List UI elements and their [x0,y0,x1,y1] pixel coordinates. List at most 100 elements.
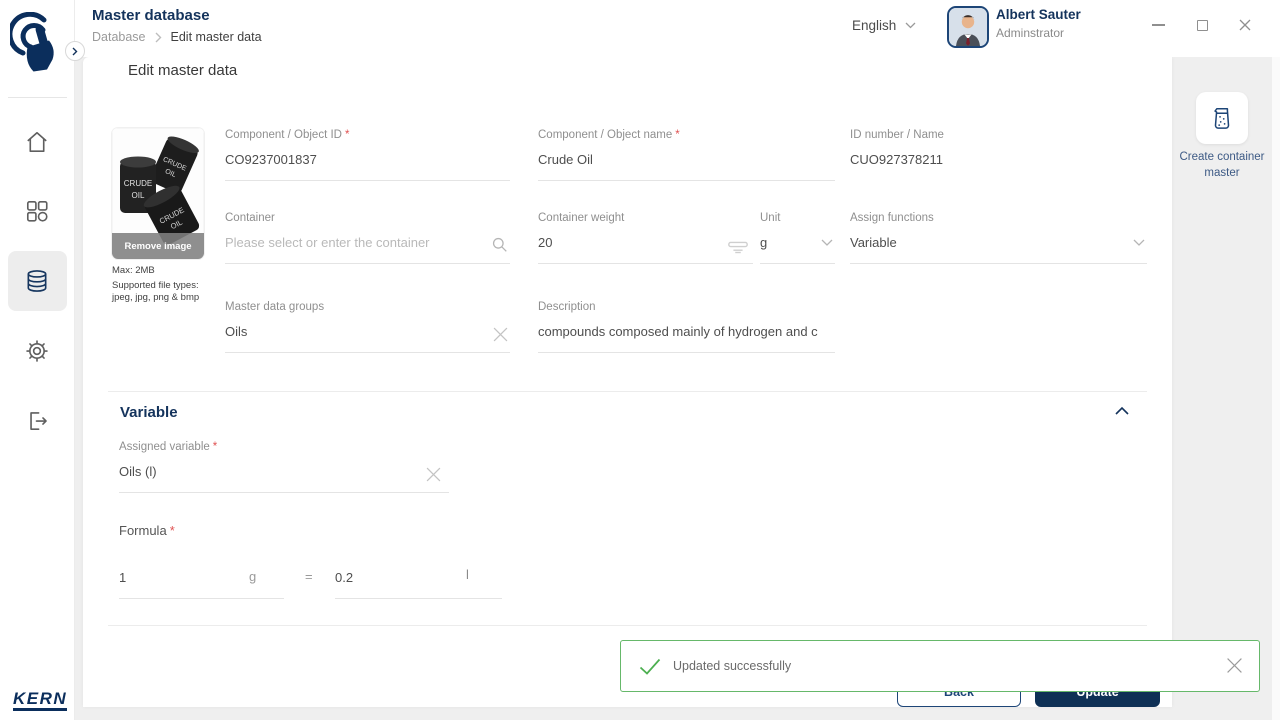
clear-icon[interactable] [426,467,441,482]
language-label: English [852,18,896,33]
svg-text:OIL: OIL [132,191,145,200]
id-number-label: ID number / Name [850,129,1147,144]
header: Master database Database Edit master dat… [0,0,1280,57]
master-data-groups-input[interactable] [225,316,510,353]
container-label: Container [225,212,510,227]
sidebar-item-logout[interactable] [17,401,57,441]
assigned-variable-input[interactable] [119,456,449,493]
container-weight-input[interactable] [538,227,753,264]
component-id-input[interactable] [225,144,510,181]
field-master-data-groups: Master data groups [225,301,510,353]
unit-label: Unit [760,212,835,227]
field-assign-functions: Assign functions Variable [850,212,1147,264]
field-component-id: Component / Object ID* [225,129,510,181]
logout-icon [24,408,50,434]
create-container-master-button[interactable] [1196,92,1248,144]
component-name-label: Component / Object name [538,129,672,141]
avatar[interactable] [947,6,989,48]
description-input[interactable] [538,316,835,353]
field-component-name: Component / Object name* [538,129,835,181]
required-asterisk: * [675,129,679,141]
scale-icon[interactable] [727,240,749,254]
breadcrumb: Database Edit master data [92,30,262,44]
svg-text:CRUDE: CRUDE [124,179,152,188]
beaker-icon [1209,105,1235,131]
formula-label: Formula [119,523,167,538]
search-icon[interactable] [491,236,508,253]
unit-select[interactable]: g [760,227,835,264]
required-asterisk: * [345,129,349,141]
sidebar-divider [8,97,67,98]
minimize-button[interactable] [1145,12,1171,38]
close-icon [1239,19,1251,31]
remove-image-button[interactable]: Remove image [112,233,204,259]
chevron-up-icon[interactable] [1115,406,1129,415]
apps-grid-icon [24,198,50,224]
component-id-label: Component / Object ID [225,129,342,141]
container-input[interactable] [225,227,510,264]
sidebar-item-settings[interactable] [17,331,57,371]
formula-left-unit: g [249,569,256,584]
unit-value: g [760,235,767,250]
required-asterisk: * [213,441,217,453]
sidebar-expand-button[interactable] [65,41,85,61]
user-name: Albert Sauter [996,7,1081,22]
container-weight-label: Container weight [538,212,753,227]
formula-right-unit: l [466,567,469,582]
home-icon [24,129,50,155]
kern-brand-logo: KERN [13,690,67,711]
clear-icon[interactable] [493,327,508,342]
image-max-size-note: Max: 2MB [112,265,155,277]
field-container-weight: Container weight [538,212,753,264]
required-asterisk: * [170,523,175,538]
create-container-master-label[interactable]: Create container master [1178,150,1266,181]
component-name-input[interactable] [538,144,835,181]
product-image: CRUDE OIL CRUDE OIL CRUDE OIL Remove ima… [112,128,204,259]
formula-equals-sign: = [305,569,313,584]
user-role: Adminstrator [996,26,1064,40]
app-logo-touch-icon [10,12,66,76]
chevron-right-icon [155,32,162,43]
close-button[interactable] [1232,12,1258,38]
chevron-right-icon [72,47,78,56]
assign-functions-value: Variable [850,235,897,250]
maximize-icon [1197,20,1208,31]
field-formula-left [119,562,284,599]
breadcrumb-parent[interactable]: Database [92,30,146,44]
field-id-number: ID number / Name [850,129,1147,181]
sidebar-item-database[interactable] [17,261,57,301]
page-title: Master database [92,7,210,24]
variable-section-title: Variable [120,404,178,421]
chevron-down-icon [905,22,916,29]
minimize-icon [1152,24,1165,26]
field-assigned-variable: Assigned variable* [119,441,449,493]
close-icon[interactable] [1226,657,1243,674]
sidebar-item-apps[interactable] [17,191,57,231]
success-toast: Updated successfully [620,640,1260,692]
breadcrumb-current: Edit master data [171,30,262,44]
maximize-button[interactable] [1189,12,1215,38]
card-title: Edit master data [128,62,237,79]
toast-message: Updated successfully [673,659,791,673]
assign-functions-select[interactable]: Variable [850,227,1147,264]
check-icon [639,658,661,675]
chevron-down-icon [821,239,833,247]
assign-functions-label: Assign functions [850,212,1147,227]
description-label: Description [538,301,835,316]
image-filetypes-note-line2: jpeg, jpg, png & bmp [112,292,199,304]
field-formula-right [335,562,502,599]
master-data-groups-label: Master data groups [225,301,510,316]
language-selector[interactable]: English [852,18,916,33]
database-icon [24,268,50,294]
footer-divider [108,625,1147,626]
field-unit: Unit g [760,212,835,264]
section-divider [108,391,1147,392]
scrollbar-track[interactable] [1272,57,1280,720]
assigned-variable-label: Assigned variable [119,441,210,453]
id-number-input[interactable] [850,144,1147,181]
gear-icon [24,338,50,364]
chevron-down-icon [1133,239,1145,247]
sidebar-item-home[interactable] [17,122,57,162]
formula-right-input[interactable] [335,562,502,599]
formula-left-input[interactable] [119,562,284,599]
